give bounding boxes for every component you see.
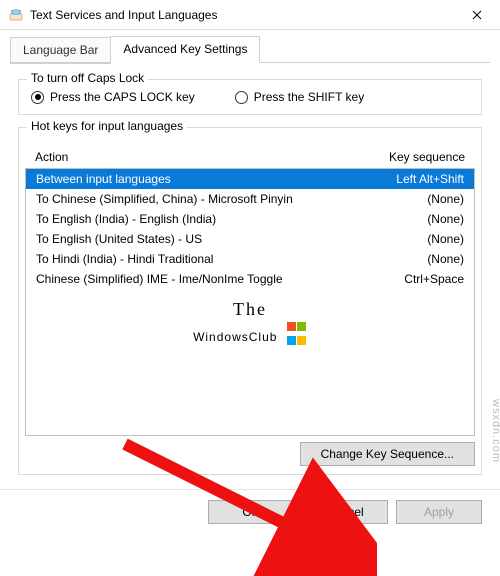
aux-watermark: wsxdn.com [490, 399, 500, 463]
tab-language-bar[interactable]: Language Bar [10, 37, 111, 64]
ok-button[interactable]: OK [208, 500, 294, 524]
list-item-sequence: Left Alt+Shift [364, 172, 464, 186]
dialog-body: To turn off Caps Lock Press the CAPS LOC… [0, 63, 500, 485]
list-item-action: To English (United States) - US [36, 232, 364, 246]
radio-icon [235, 91, 248, 104]
list-item-sequence: Ctrl+Space [364, 272, 464, 286]
watermark-text: WindowsClub [193, 330, 277, 344]
change-key-sequence-button[interactable]: Change Key Sequence... [300, 442, 475, 466]
list-item[interactable]: Chinese (Simplified) IME - Ime/NonIme To… [26, 269, 474, 289]
caps-lock-legend: To turn off Caps Lock [27, 71, 148, 85]
hotkeys-group: Hot keys for input languages Action Key … [18, 127, 482, 475]
list-item-sequence: (None) [364, 212, 464, 226]
list-item[interactable]: To English (United States) - US(None) [26, 229, 474, 249]
radio-label: Press the SHIFT key [254, 90, 364, 104]
list-item-sequence: (None) [364, 232, 464, 246]
title-bar: Text Services and Input Languages [0, 0, 500, 30]
hotkeys-legend: Hot keys for input languages [27, 119, 187, 133]
hotkeys-listbox[interactable]: Between input languagesLeft Alt+ShiftTo … [25, 168, 475, 436]
watermark-line2: WindowsClub [26, 318, 474, 350]
close-button[interactable] [454, 0, 500, 30]
cancel-button[interactable]: Cancel [302, 500, 388, 524]
list-item[interactable]: To Chinese (Simplified, China) - Microso… [26, 189, 474, 209]
tab-bar: Language Bar Advanced Key Settings [0, 30, 500, 63]
list-item-action: Between input languages [36, 172, 364, 186]
radio-press-capslock[interactable]: Press the CAPS LOCK key [31, 90, 195, 104]
tab-advanced-key-settings[interactable]: Advanced Key Settings [110, 36, 260, 63]
caps-lock-group: To turn off Caps Lock Press the CAPS LOC… [18, 79, 482, 115]
list-item-action: To Hindi (India) - Hindi Traditional [36, 252, 364, 266]
watermark: The WindowsClub [26, 299, 474, 350]
list-item-sequence: (None) [364, 252, 464, 266]
radio-press-shift[interactable]: Press the SHIFT key [235, 90, 364, 104]
hotkeys-header: Action Key sequence [25, 148, 475, 168]
watermark-line1: The [26, 299, 474, 320]
list-item[interactable]: To English (India) - English (India)(Non… [26, 209, 474, 229]
column-header-action: Action [35, 150, 365, 164]
list-item-sequence: (None) [364, 192, 464, 206]
dialog-button-bar: OK Cancel Apply [0, 489, 500, 538]
windows-logo-icon [287, 320, 307, 348]
apply-button: Apply [396, 500, 482, 524]
window-title: Text Services and Input Languages [30, 8, 454, 22]
list-item[interactable]: Between input languagesLeft Alt+Shift [26, 169, 474, 189]
list-item-action: Chinese (Simplified) IME - Ime/NonIme To… [36, 272, 364, 286]
list-item[interactable]: To Hindi (India) - Hindi Traditional(Non… [26, 249, 474, 269]
list-item-action: To Chinese (Simplified, China) - Microso… [36, 192, 364, 206]
app-icon [8, 7, 24, 23]
radio-icon [31, 91, 44, 104]
radio-label: Press the CAPS LOCK key [50, 90, 195, 104]
column-header-sequence: Key sequence [365, 150, 465, 164]
list-item-action: To English (India) - English (India) [36, 212, 364, 226]
